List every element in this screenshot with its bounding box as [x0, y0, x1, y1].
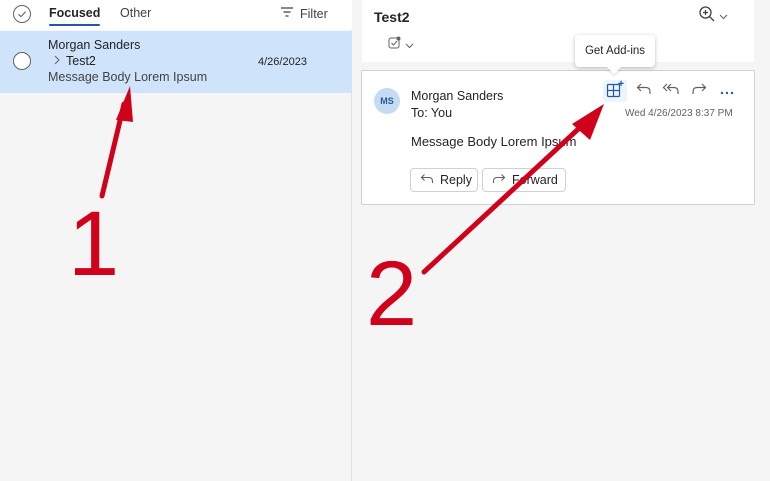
item-subject-row: Test2 [54, 54, 96, 68]
list-tabs-bar: Focused Other Filter [0, 0, 352, 30]
reply-arrow-icon [636, 82, 652, 101]
tab-focused[interactable]: Focused [49, 6, 101, 26]
get-add-ins-tooltip: Get Add-ins [575, 35, 655, 67]
reading-header: Test2 [362, 0, 754, 62]
filter-icon [280, 6, 294, 21]
avatar[interactable]: MS [374, 88, 400, 114]
item-subject: Test2 [66, 54, 96, 68]
message-card: MS Morgan Sanders To: You Wed 4/26/2023 … [361, 70, 755, 205]
tab-other[interactable]: Other [120, 6, 151, 20]
list-item[interactable]: Morgan Sanders Test2 4/26/2023 Message B… [0, 31, 352, 93]
chevron-right-icon[interactable] [54, 54, 60, 68]
get-add-ins-button[interactable] [603, 80, 627, 102]
reply-button[interactable]: Reply [410, 168, 478, 192]
item-select-circle-icon[interactable] [12, 51, 32, 71]
item-sender: Morgan Sanders [48, 38, 141, 52]
chevron-down-icon [719, 7, 728, 25]
reading-subject-title: Test2 [374, 9, 410, 25]
forward-arrow-icon [492, 173, 506, 188]
message-body: Message Body Lorem Ipsum [411, 134, 577, 149]
reply-all-icon-button[interactable] [659, 80, 683, 102]
reply-all-icon [662, 82, 680, 101]
message-recipients: To: You [411, 106, 453, 120]
message-datetime: Wed 4/26/2023 8:37 PM [625, 108, 733, 119]
annotation-label-2: 2 [366, 243, 418, 345]
filter-label: Filter [300, 6, 328, 21]
tag-icon [388, 36, 401, 54]
tag-button[interactable] [388, 36, 416, 54]
forward-button[interactable]: Forward [482, 168, 566, 192]
reply-icon-button[interactable] [632, 80, 656, 102]
message-list-pane: Focused Other Filter Morgan Sanders Test… [0, 0, 352, 481]
chevron-down-icon [405, 36, 414, 54]
annotation-label-1: 1 [68, 193, 120, 295]
filter-button[interactable]: Filter [280, 6, 328, 21]
apps-grid-plus-icon [606, 80, 624, 103]
zoom-in-icon [698, 5, 716, 28]
more-dots-icon [720, 82, 734, 100]
item-preview: Message Body Lorem Ipsum [48, 70, 208, 84]
forward-icon-button[interactable] [687, 80, 711, 102]
forward-label: Forward [512, 173, 558, 187]
zoom-button[interactable] [698, 5, 732, 28]
forward-arrow-icon [691, 82, 707, 101]
select-all-circle-check-icon[interactable] [12, 4, 32, 24]
message-sender[interactable]: Morgan Sanders [411, 89, 503, 103]
item-date: 4/26/2023 [258, 56, 307, 68]
reply-label: Reply [440, 173, 472, 187]
reply-arrow-icon [420, 173, 434, 188]
more-actions-button[interactable] [715, 80, 739, 102]
